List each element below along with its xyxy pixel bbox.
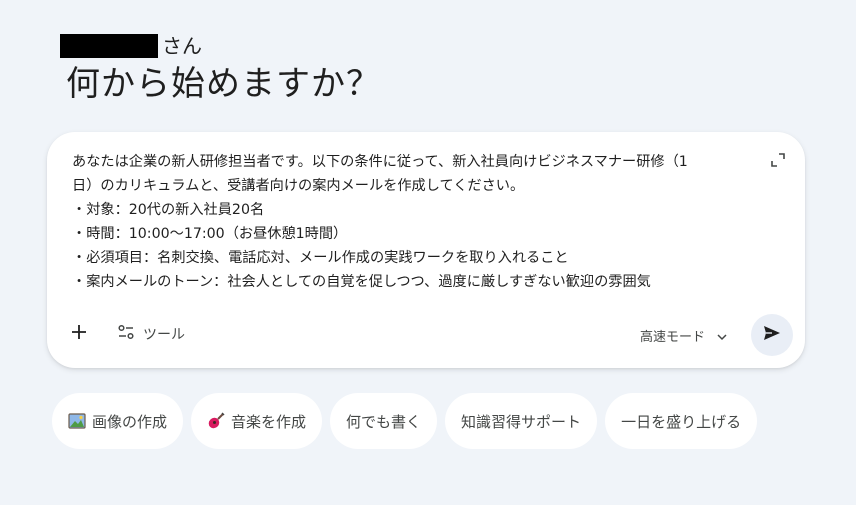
prompt-line: あなたは企業の新人研修担当者です。以下の条件に従って、新入社員向けビジネスマナー… bbox=[72, 154, 688, 170]
plus-icon bbox=[70, 323, 88, 345]
chip-learning-support[interactable]: 知識習得サポート bbox=[445, 393, 598, 449]
chip-label: 一日を盛り上げる bbox=[621, 412, 742, 431]
chip-write-anything[interactable]: 何でも書く bbox=[330, 393, 438, 449]
prompt-line: ・時間：10:00〜17:00（お昼休憩1時間） bbox=[72, 226, 348, 242]
chip-label: 音楽を作成 bbox=[231, 412, 307, 431]
guitar-icon bbox=[207, 412, 225, 430]
prompt-input[interactable]: あなたは企業の新人研修担当者です。以下の条件に従って、新入社員向けビジネスマナー… bbox=[72, 150, 772, 294]
greeting-name-suffix: さん bbox=[162, 34, 202, 58]
prompt-line: 日）のカリキュラムと、受講者向けの案内メールを作成してください。 bbox=[72, 178, 525, 194]
prompt-line: ・案内メールのトーン：社会人としての自覚を促しつつ、過度に厳しすぎない歓迎の雰囲… bbox=[72, 274, 651, 290]
send-button[interactable] bbox=[751, 314, 793, 356]
prompt-line: ・必須項目：名刺交換、電話応対、メール作成の実践ワークを取り入れること bbox=[72, 250, 569, 266]
composer-toolbar-left: ツール bbox=[67, 314, 185, 354]
redacted-username bbox=[60, 34, 158, 58]
prompt-composer: あなたは企業の新人研修担当者です。以下の条件に従って、新入社員向けビジネスマナー… bbox=[47, 132, 805, 368]
page-headline: 何から始めますか？ bbox=[66, 64, 381, 104]
prompt-line: ・対象：20代の新入社員20名 bbox=[72, 202, 265, 218]
mode-selector[interactable]: 高速モード bbox=[640, 326, 727, 345]
chip-label: 画像の作成 bbox=[92, 412, 168, 431]
mode-label: 高速モード bbox=[639, 329, 705, 345]
tools-button[interactable]: ツール bbox=[117, 323, 185, 345]
composer-toolbar-right: 高速モード bbox=[640, 314, 793, 356]
chip-create-music[interactable]: 音楽を作成 bbox=[191, 393, 323, 449]
picture-icon bbox=[68, 412, 86, 430]
chip-boost-day[interactable]: 一日を盛り上げる bbox=[605, 393, 758, 449]
app-root: さん 何から始めますか？ あなたは企業の新人研修担当者です。以下の条件に従って、… bbox=[0, 0, 856, 505]
chevron-down-icon bbox=[717, 326, 727, 345]
greeting-line: さん bbox=[60, 33, 202, 59]
tools-icon bbox=[117, 323, 135, 345]
suggestion-chips: 画像の作成 音楽を作成 何でも書く 知識習得サポート 一日を盛り上げる bbox=[52, 393, 758, 449]
chip-create-image[interactable]: 画像の作成 bbox=[52, 393, 184, 449]
tools-label: ツール bbox=[143, 327, 185, 343]
chip-label: 何でも書く bbox=[346, 412, 422, 431]
add-attachment-button[interactable] bbox=[67, 322, 91, 346]
chip-label: 知識習得サポート bbox=[461, 412, 582, 431]
expand-icon[interactable] bbox=[771, 152, 785, 167]
send-icon bbox=[763, 325, 781, 345]
